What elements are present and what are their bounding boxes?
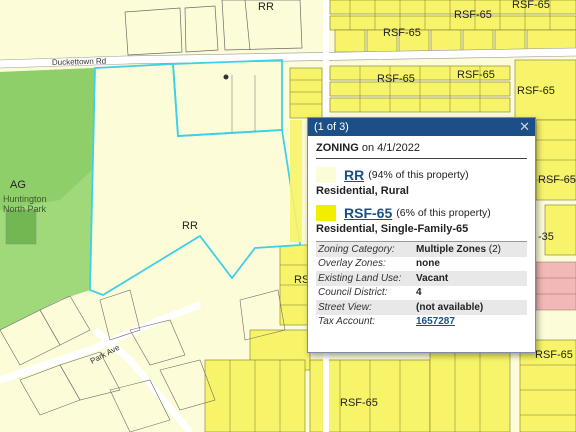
zone-label-rr: RR: [258, 1, 274, 13]
zone-label-rsf: RSF-65: [383, 27, 421, 39]
zoning-date: on 4/1/2022: [361, 142, 420, 154]
attribute-row: Street View: (not available): [316, 300, 527, 315]
zoning-label: ZONING: [316, 142, 359, 154]
zone-description: Residential, Single-Family-65: [316, 223, 469, 235]
attribute-value: 4: [416, 287, 422, 299]
attribute-row: Tax Account: 1657287: [316, 315, 527, 330]
close-icon[interactable]: ✕: [519, 119, 530, 135]
zone-entry-rr: RR (94% of this property): [316, 165, 527, 184]
popup-header: (1 of 3) ✕: [308, 118, 535, 136]
attribute-key: Existing Land Use:: [318, 272, 402, 284]
zone-link-rsf65[interactable]: RSF-65: [344, 205, 392, 221]
zone-label-rsf: RSF-65: [517, 85, 555, 97]
tax-account-link[interactable]: 1657287: [416, 316, 455, 327]
zone-label-rsf: RSF-65: [538, 174, 576, 186]
pink-zone: [535, 261, 576, 311]
attribute-value: (not available): [416, 301, 484, 313]
park-label: North Park: [3, 204, 47, 214]
attribute-key: Overlay Zones:: [318, 258, 386, 270]
zone-label-rsf: RSF-65: [377, 73, 415, 85]
zone-swatch-rsf65: [316, 204, 336, 221]
zone-label-rsf: RSF-65: [457, 69, 495, 81]
attribute-key: Council District:: [318, 287, 388, 299]
attribute-row: Council District: 4: [316, 286, 527, 301]
zone-label-rr: RR: [182, 220, 198, 232]
attribute-value: Multiple Zones (2): [416, 243, 502, 255]
attribute-value: none: [416, 258, 440, 270]
attribute-key: Tax Account:: [318, 316, 376, 328]
zone-percent: (6% of this property): [396, 206, 491, 219]
zoning-heading: ZONING on 4/1/2022: [316, 142, 527, 159]
park-label: Huntington: [3, 194, 47, 204]
attribute-key: Zoning Category:: [318, 243, 395, 255]
attribute-row: Existing Land Use: Vacant: [316, 271, 527, 286]
attribute-row: Overlay Zones: none: [316, 257, 527, 272]
zone-swatch-rr: [316, 166, 336, 183]
zone-percent: (94% of this property): [368, 168, 469, 181]
zone-label-rsf: RSF-65: [454, 9, 492, 21]
attribute-table: Zoning Category: Multiple Zones (2) Over…: [316, 241, 527, 329]
zone-label-rsf: RSF-65: [512, 0, 550, 11]
attribute-key: Street View:: [318, 301, 372, 313]
attribute-row: Zoning Category: Multiple Zones (2): [316, 242, 527, 257]
zoning-popup: (1 of 3) ✕ ZONING on 4/1/2022 RR (94% of…: [307, 117, 536, 353]
zone-entry-rsf65: RSF-65 (6% of this property): [316, 203, 527, 222]
zone-label-rsf-35: -35: [538, 231, 554, 243]
road-label-duckettown: Duckettown Rd: [52, 57, 106, 67]
popup-page-count: (1 of 3): [314, 121, 349, 133]
zone-label-ag: AG: [10, 179, 26, 191]
zone-label-rsf: RSF-65: [535, 349, 573, 361]
zone-label-rsf: RSF-65: [340, 397, 378, 409]
zone-description: Residential, Rural: [316, 185, 409, 197]
attribute-value: Vacant: [416, 272, 449, 284]
zone-link-rr[interactable]: RR: [344, 167, 364, 183]
